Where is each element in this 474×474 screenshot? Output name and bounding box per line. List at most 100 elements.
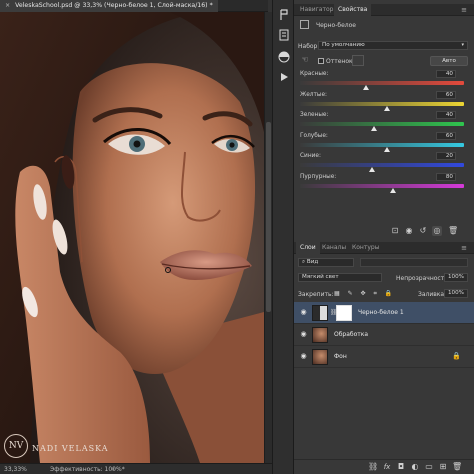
watermark-name: NADI VELASKA: [32, 444, 109, 453]
magentas-slider-label: Пурпурные:: [300, 173, 337, 180]
blues-slider-track[interactable]: [300, 163, 464, 167]
blend-mode-value: Мягкий свет: [302, 274, 339, 280]
layer-name: Фон: [334, 353, 347, 360]
magentas-slider-handle[interactable]: [390, 187, 397, 193]
chevron-down-icon: ▾: [461, 42, 464, 48]
reset-icon[interactable]: ↺: [418, 226, 428, 236]
targeted-adjustment-hand-icon[interactable]: ☜: [300, 55, 310, 65]
greens-value-field[interactable]: 40: [436, 111, 456, 119]
link-icon[interactable]: ⛓: [368, 462, 378, 472]
greens-slider-handle[interactable]: [370, 126, 377, 131]
properties-tab-bar: Навигатор Свойства ≡: [294, 4, 474, 16]
tint-label: Оттенок: [326, 58, 353, 65]
filter-value: Вид: [306, 259, 319, 265]
canvas[interactable]: NV NADI VELASKA: [0, 12, 264, 463]
adjustment-layer-icon[interactable]: ◐: [410, 462, 420, 472]
portrait-image: [0, 12, 264, 463]
magentas-value-field[interactable]: 80: [436, 172, 456, 181]
mask-icon[interactable]: ◘: [396, 462, 406, 472]
close-tab-icon[interactable]: ×: [5, 2, 10, 9]
auto-button[interactable]: Авто: [430, 56, 468, 66]
adjustments-icon[interactable]: [277, 50, 291, 64]
new-layer-icon[interactable]: ⊞: [438, 462, 448, 472]
lock-label: Закрепить:: [298, 291, 334, 298]
magentas-slider-track[interactable]: [300, 183, 464, 188]
layer-filter-select[interactable]: ⌕ Вид: [298, 258, 354, 267]
play-icon[interactable]: [277, 70, 291, 84]
properties-menu-icon[interactable]: ≡: [457, 4, 471, 16]
properties-footer: ⊡ ◉ ↺ ◎ 🗑: [294, 224, 474, 238]
reds-slider-label: Красные:: [300, 71, 329, 77]
clip-icon[interactable]: ⊡: [390, 226, 400, 236]
greens-slider-label: Зеленые:: [300, 112, 329, 118]
canvas-vertical-scrollbar[interactable]: [264, 12, 272, 463]
layers-list: ◉ ⛓ Черно-белое 1 ◉ Обработка ◉ Фон 🔒: [294, 302, 474, 368]
eye-icon[interactable]: ◉: [299, 308, 308, 317]
layer-name: Черно-белое 1: [358, 309, 404, 316]
document-tab[interactable]: × VeleskaSchool.psd @ 33,3% (Черно-белое…: [0, 0, 218, 12]
preset-value: По умолчанию: [322, 42, 365, 48]
group-icon[interactable]: ▭: [424, 462, 434, 472]
bw-adjustment-icon: [300, 20, 309, 29]
lock-icon: 🔒: [452, 352, 461, 360]
scrollbar-thumb[interactable]: [266, 122, 271, 312]
history-brush-icon[interactable]: [277, 8, 291, 22]
yellows-value-field[interactable]: 60: [436, 90, 456, 99]
layer-row[interactable]: ◉ Фон 🔒: [294, 346, 474, 368]
document-title: VeleskaSchool.psd @ 33,3% (Черно-белое 1…: [15, 2, 213, 9]
blues-value-field[interactable]: 20: [436, 152, 456, 160]
view-previous-icon[interactable]: ◉: [404, 226, 414, 236]
layer-row[interactable]: ◉ Обработка: [294, 324, 474, 346]
watermark-monogram: NV: [4, 434, 28, 458]
panel-dock-icons: [272, 0, 294, 474]
cyans-slider-handle[interactable]: [383, 146, 390, 152]
cyans-slider-label: Голубые:: [300, 132, 328, 139]
layer-row[interactable]: ◉ ⛓ Черно-белое 1: [294, 302, 474, 324]
layer-mask-thumbnail[interactable]: [336, 305, 352, 321]
tab-layers[interactable]: Слои: [296, 242, 320, 254]
info-icon[interactable]: [277, 28, 291, 42]
tint-checkbox[interactable]: [318, 58, 324, 64]
tab-navigator[interactable]: Навигатор: [296, 4, 337, 16]
cyans-slider-track[interactable]: [300, 142, 464, 147]
fx-icon[interactable]: fx: [382, 462, 392, 472]
greens-slider-track[interactable]: [300, 122, 464, 126]
layers-tab-bar: Слои Каналы Контуры ≡: [294, 242, 474, 254]
status-menu-arrow-icon[interactable]: ›: [112, 464, 115, 474]
status-bar: 33,33% Эффективность: 100%* ›: [0, 463, 272, 474]
blues-slider-handle[interactable]: [369, 167, 376, 172]
blend-mode-select[interactable]: Мягкий свет: [298, 273, 382, 282]
yellows-slider-track[interactable]: [300, 101, 464, 106]
eye-icon[interactable]: ◉: [299, 352, 308, 361]
delete-layer-icon[interactable]: 🗑: [452, 462, 462, 472]
yellows-slider-handle[interactable]: [383, 105, 390, 111]
fill-field[interactable]: 100%: [444, 289, 468, 298]
bw-adjustment-icon: [312, 305, 328, 321]
lock-icons[interactable]: ▦ ✎ ✥ ⌗ 🔒: [334, 290, 395, 298]
blues-slider-label: Синие:: [300, 153, 321, 159]
trash-icon[interactable]: 🗑: [448, 226, 458, 236]
opacity-field[interactable]: 100%: [444, 273, 468, 282]
reds-slider-handle[interactable]: [362, 85, 369, 90]
preset-select[interactable]: По умолчанию ▾: [318, 41, 468, 50]
layers-menu-icon[interactable]: ≡: [457, 242, 471, 254]
visibility-icon[interactable]: ◎: [432, 226, 442, 236]
right-panel: Навигатор Свойства ≡ Черно-белое Набор: …: [294, 0, 474, 474]
opacity-label: Непрозрачность:: [396, 275, 450, 282]
eye-icon[interactable]: ◉: [299, 330, 308, 339]
reds-slider-track[interactable]: [300, 81, 464, 85]
cyans-value-field[interactable]: 60: [436, 131, 456, 140]
tint-color-swatch[interactable]: [352, 55, 364, 66]
preset-label: Набор:: [298, 43, 320, 50]
layer-name: Обработка: [334, 331, 369, 338]
reds-value-field[interactable]: 40: [436, 70, 456, 78]
adjustment-title: Черно-белое: [316, 22, 356, 29]
zoom-level[interactable]: 33,33%: [4, 464, 27, 474]
tab-channels[interactable]: Каналы: [318, 242, 350, 254]
layers-footer: ⛓ fx ◘ ◐ ▭ ⊞ 🗑: [294, 459, 474, 473]
tab-paths[interactable]: Контуры: [348, 242, 383, 254]
yellows-slider-label: Желтые:: [300, 91, 327, 98]
tab-properties[interactable]: Свойства: [334, 4, 372, 16]
layer-thumbnail: [312, 349, 328, 365]
photoshop-window: × VeleskaSchool.psd @ 33,3% (Черно-белое…: [0, 0, 474, 474]
